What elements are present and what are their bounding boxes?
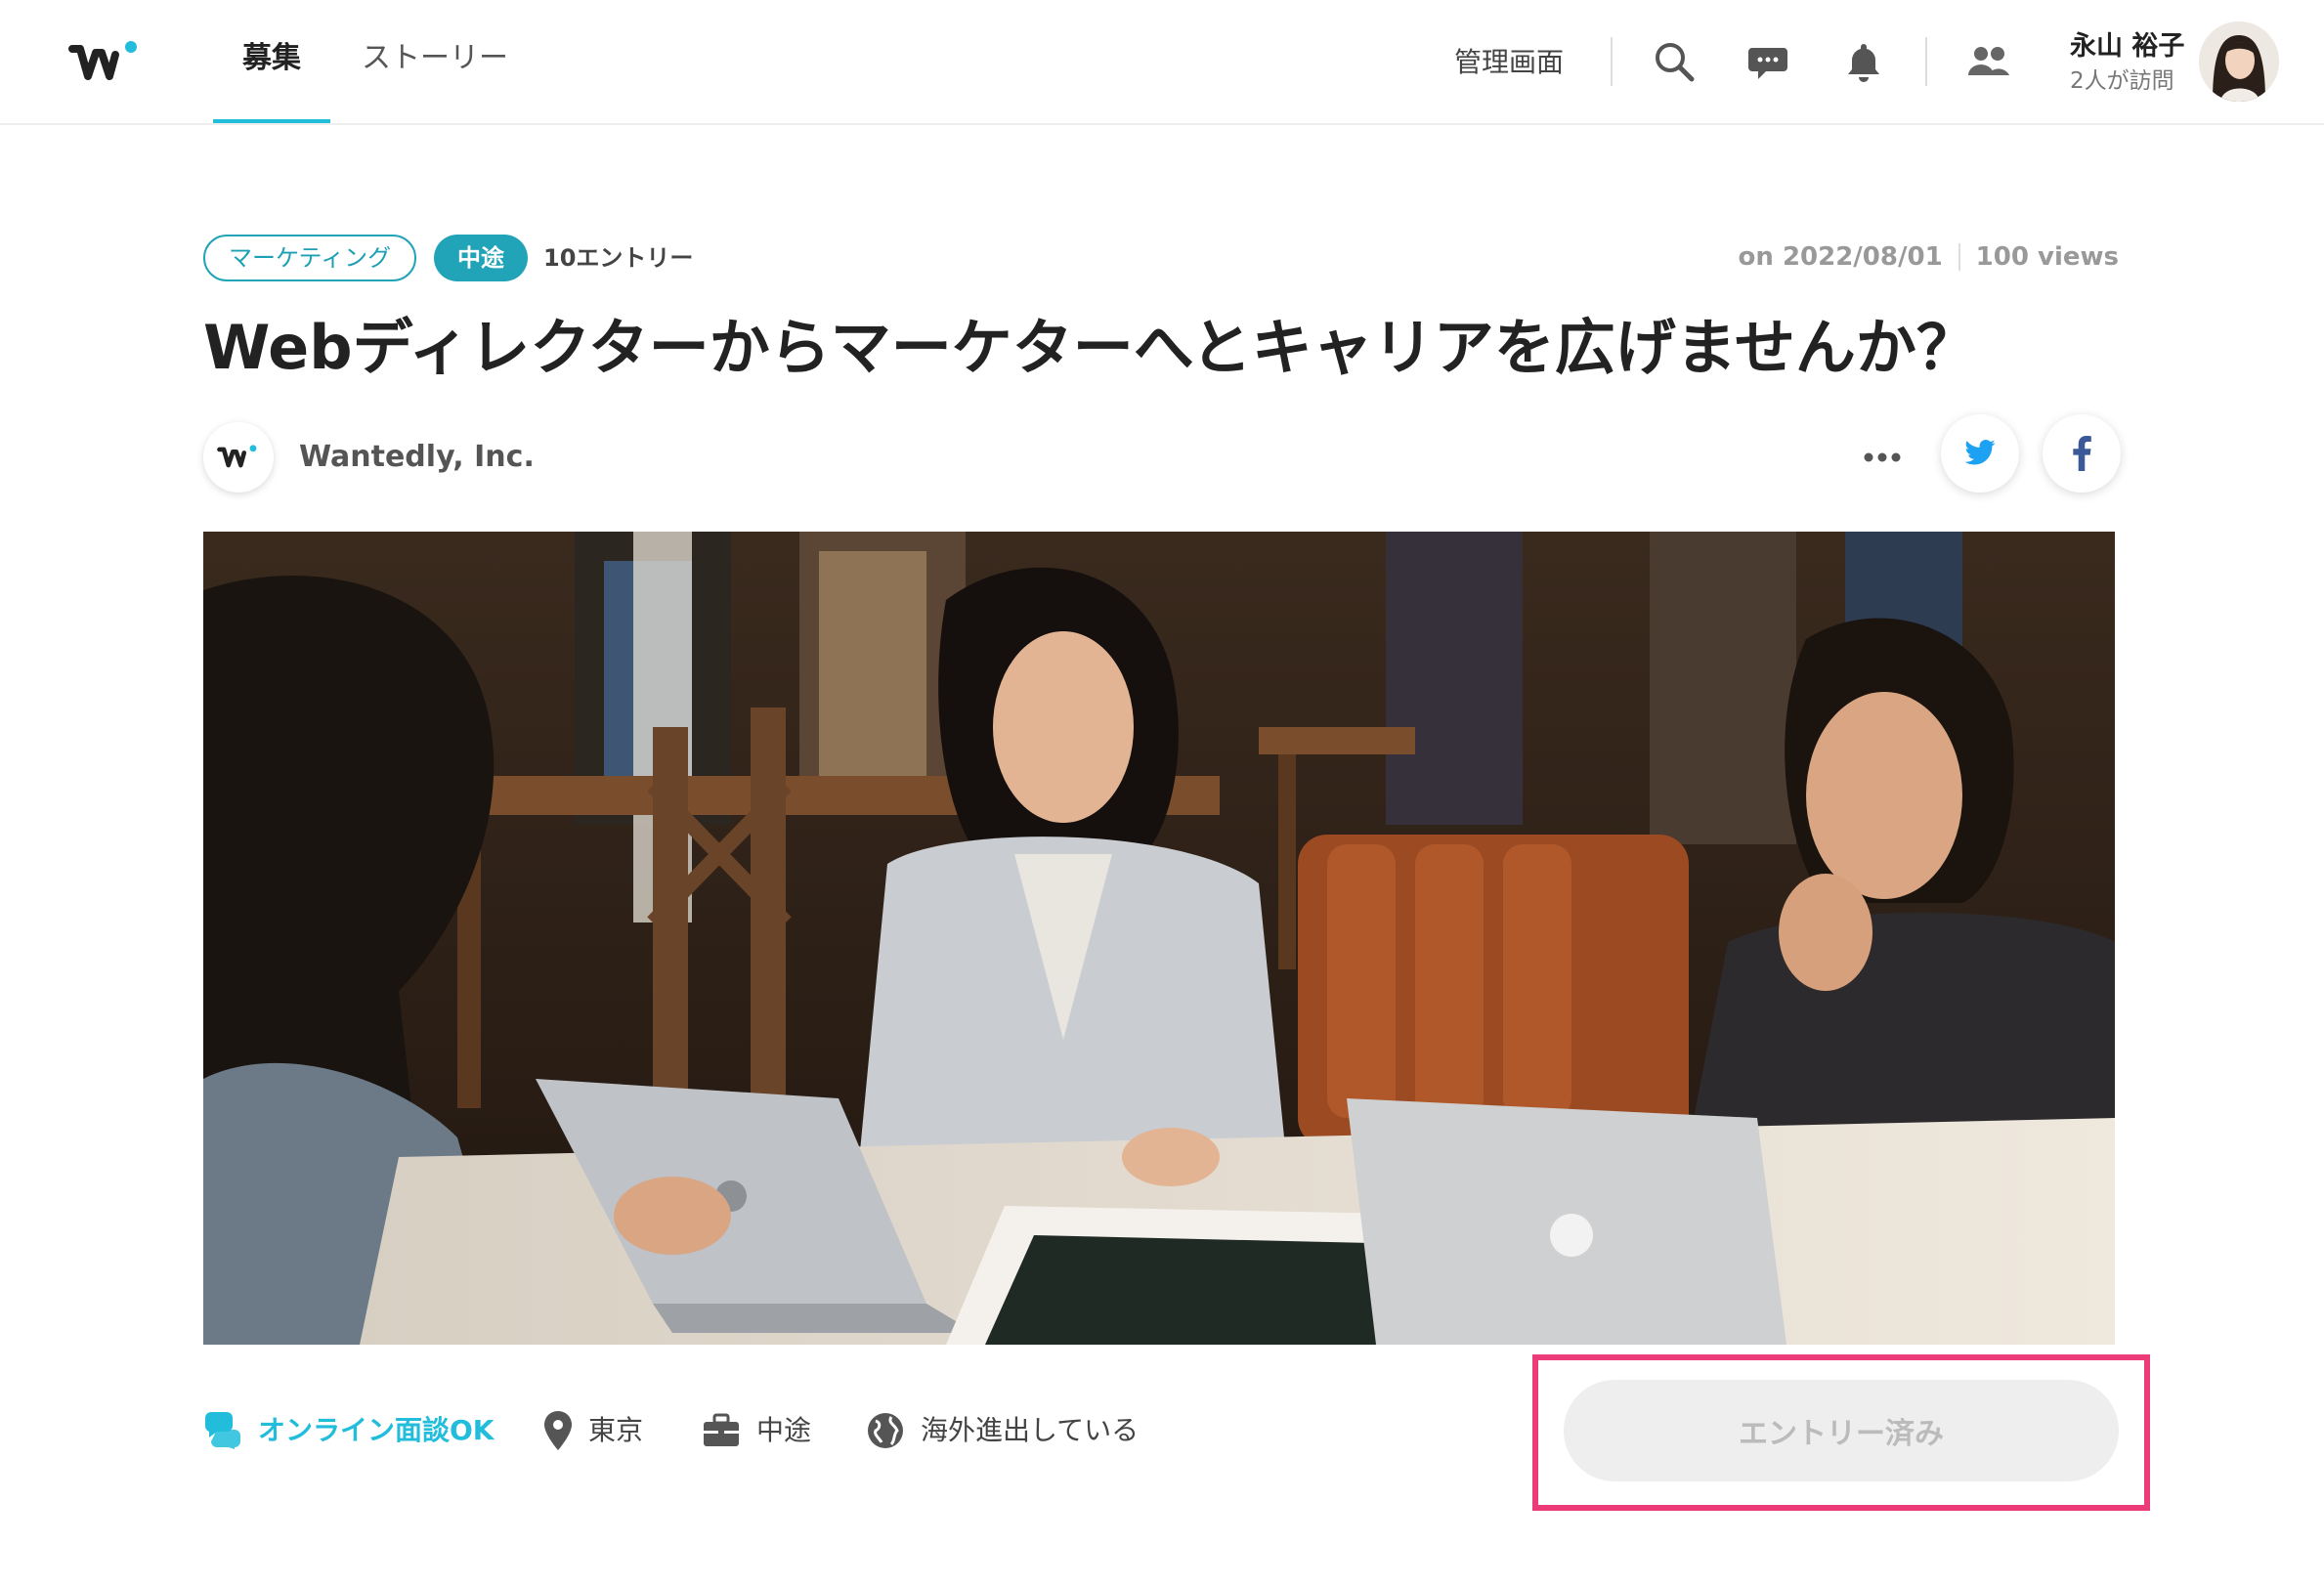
- employment-tag[interactable]: 中途: [434, 235, 528, 281]
- header-divider-2: [1925, 37, 1927, 86]
- people-icon[interactable]: [1966, 39, 2011, 84]
- page-title: Webディレクターからマーケターへとキャリアを広げませんか？: [203, 312, 1977, 383]
- location-label: 東京: [588, 1414, 644, 1446]
- facebook-share-button[interactable]: [2043, 414, 2121, 493]
- category-tag[interactable]: マーケティング: [203, 235, 417, 281]
- post-meta: on 2022/08/01 100 views: [1739, 240, 2119, 274]
- twitter-icon: [1964, 440, 1996, 465]
- search-icon[interactable]: [1652, 39, 1697, 84]
- facebook-icon: [2073, 436, 2091, 471]
- bell-icon[interactable]: [1841, 39, 1886, 84]
- chat-bubbles-icon: [204, 1412, 240, 1449]
- entry-button[interactable]: エントリー済み: [1564, 1380, 2119, 1481]
- user-name[interactable]: 永山 裕子: [2070, 29, 2184, 64]
- admin-link[interactable]: 管理画面: [1454, 43, 1564, 82]
- chat-icon[interactable]: [1745, 39, 1790, 84]
- wantedly-logo[interactable]: [66, 33, 145, 92]
- site-header: 募集 ストーリー 管理画面 永山 裕子 2人が訪問: [0, 0, 2324, 125]
- overseas-label: 海外進出している: [921, 1414, 1140, 1446]
- post-date: on 2022/08/01: [1738, 242, 1943, 272]
- briefcase-icon: [704, 1413, 739, 1446]
- online-interview-label: オンライン面談OK: [258, 1414, 495, 1446]
- tab-recruit[interactable]: 募集: [242, 39, 301, 78]
- active-tab-indicator: [213, 119, 330, 123]
- employment-label: 中途: [756, 1414, 812, 1446]
- location-pin-icon: [544, 1411, 572, 1450]
- header-divider: [1611, 37, 1613, 86]
- user-visits: 2人が訪問: [2070, 68, 2174, 94]
- company-name[interactable]: Wantedly, Inc.: [299, 438, 535, 477]
- globe-icon: [868, 1413, 903, 1448]
- meta-divider: [1958, 243, 1960, 271]
- entry-count: 10エントリー: [543, 244, 694, 272]
- post-views: 100 views: [1975, 242, 2119, 272]
- location-info: 東京: [543, 1411, 643, 1450]
- company-logo[interactable]: [203, 422, 274, 493]
- hero-image: [203, 532, 2115, 1345]
- tab-stories[interactable]: ストーリー: [362, 39, 508, 78]
- employment-info: 中途: [702, 1411, 811, 1450]
- avatar[interactable]: [2199, 21, 2279, 102]
- overseas-info: 海外進出している: [866, 1411, 1139, 1450]
- more-options-icon[interactable]: [1853, 434, 1912, 481]
- online-interview-info: オンライン面談OK: [203, 1411, 495, 1450]
- twitter-share-button[interactable]: [1941, 414, 2019, 493]
